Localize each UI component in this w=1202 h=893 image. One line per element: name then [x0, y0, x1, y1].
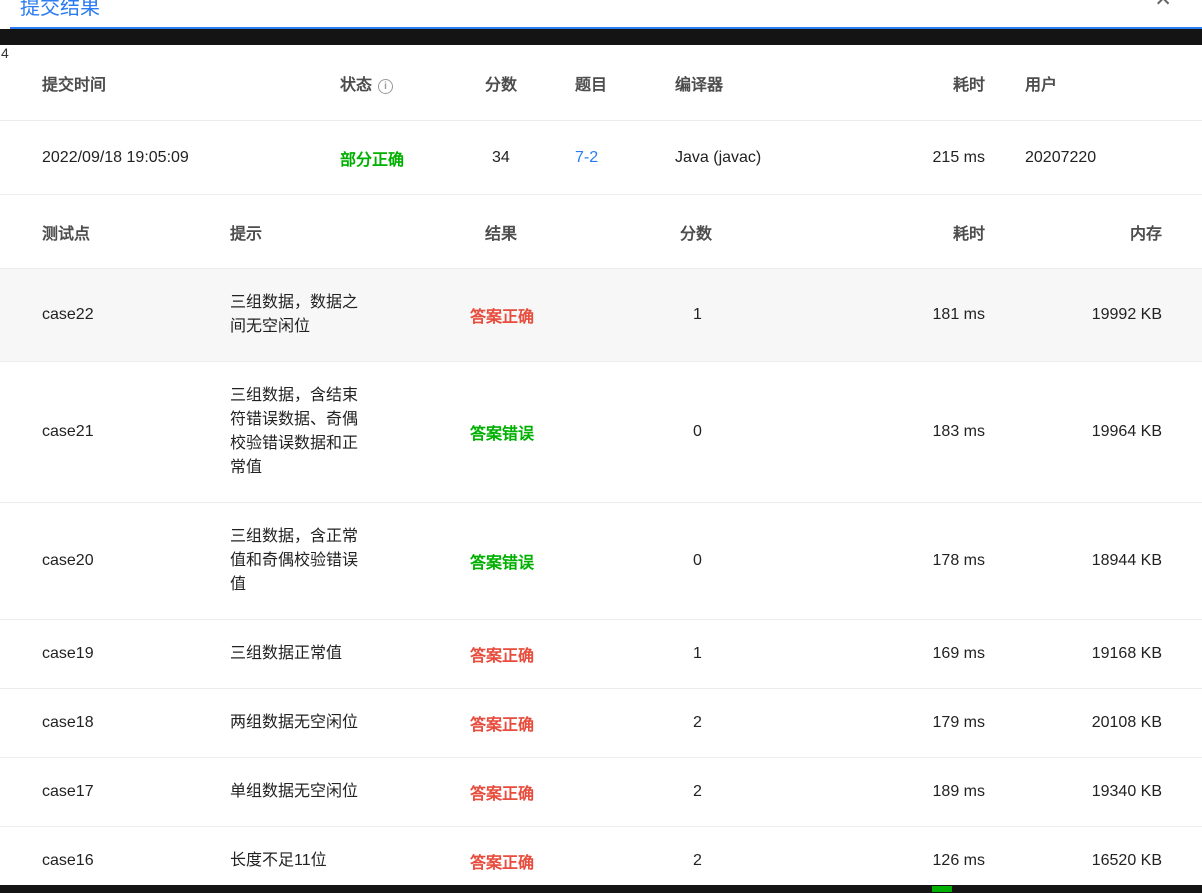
compiler-value: Java (javac) — [675, 148, 762, 166]
case-name: case16 — [42, 852, 94, 869]
case-memory: 19340 KB — [1091, 783, 1162, 800]
case-result: 答案正确 — [470, 855, 535, 872]
case-name: case18 — [42, 714, 94, 731]
modal-header: 提交结果 ✕ — [0, 0, 1202, 29]
case-memory: 19964 KB — [1091, 423, 1162, 440]
case-score: 1 — [693, 306, 702, 323]
test-case-row: case22 三组数据，数据之间无空闲位 答案正确 1 181 ms 19992… — [0, 269, 1202, 362]
summary-table-header: 提交时间 状态 i 分数 题目 编译器 耗时 用户 — [0, 45, 1202, 121]
case-name: case22 — [42, 306, 94, 323]
modal-body: 提交时间 状态 i 分数 题目 编译器 耗时 用户 2022/09/18 19:0… — [0, 45, 1202, 885]
case-hint: 长度不足11位 — [230, 852, 327, 869]
case-score: 0 — [693, 423, 702, 440]
case-memory: 19168 KB — [1091, 645, 1162, 662]
case-score: 1 — [693, 645, 702, 662]
header-status: 状态 i — [340, 71, 485, 95]
header-compiler: 编译器 — [675, 76, 724, 94]
header-status-label: 状态 — [340, 76, 373, 94]
header-result: 结果 — [485, 225, 518, 243]
case-hint: 三组数据，数据之间无空闲位 — [230, 294, 359, 335]
cases-table-header: 测试点 提示 结果 分数 耗时 内存 — [0, 195, 1202, 269]
test-case-row: case18 两组数据无空闲位 答案正确 2 179 ms 20108 KB — [0, 689, 1202, 758]
case-hint: 三组数据，含结束符错误数据、奇偶校验错误数据和正常值 — [230, 387, 359, 476]
case-time: 169 ms — [932, 645, 985, 662]
case-hint: 三组数据正常值 — [230, 645, 343, 662]
case-time: 179 ms — [932, 714, 985, 731]
test-case-row: case16 长度不足11位 答案正确 2 126 ms 16520 KB — [0, 827, 1202, 885]
header-score: 分数 — [485, 76, 518, 94]
case-result: 答案正确 — [470, 309, 535, 326]
clipped-line-number: 4 — [1, 45, 9, 61]
header-memory: 内存 — [1129, 225, 1162, 243]
case-name: case19 — [42, 645, 94, 662]
case-score: 2 — [693, 714, 702, 731]
modal-title: 提交结果 — [20, 0, 100, 19]
header-case-time: 耗时 — [952, 225, 985, 243]
case-memory: 18944 KB — [1091, 552, 1162, 569]
header-problem: 题目 — [575, 76, 608, 94]
cases-table-body: case22 三组数据，数据之间无空闲位 答案正确 1 181 ms 19992… — [0, 269, 1202, 885]
case-hint: 两组数据无空闲位 — [230, 714, 359, 731]
info-icon[interactable]: i — [378, 78, 394, 94]
case-name: case20 — [42, 552, 94, 569]
test-case-row: case20 三组数据，含正常值和奇偶校验错误值 答案错误 0 178 ms 1… — [0, 503, 1202, 620]
total-score: 34 — [492, 148, 510, 166]
submit-time: 2022/09/18 19:05:09 — [42, 148, 189, 166]
header-user: 用户 — [1025, 76, 1058, 94]
test-case-row: case17 单组数据无空闲位 答案正确 2 189 ms 19340 KB — [0, 758, 1202, 827]
case-time: 126 ms — [932, 852, 985, 869]
header-submit-time: 提交时间 — [42, 76, 107, 94]
case-score: 2 — [693, 852, 702, 869]
summary-row: 2022/09/18 19:05:09 部分正确 34 7-2 Java (ja… — [0, 121, 1202, 195]
test-case-row: case21 三组数据，含结束符错误数据、奇偶校验错误数据和正常值 答案错误 0… — [0, 362, 1202, 503]
header-time: 耗时 — [952, 76, 985, 94]
case-result: 答案正确 — [470, 648, 535, 665]
case-time: 178 ms — [932, 552, 985, 569]
case-memory: 16520 KB — [1091, 852, 1162, 869]
case-result: 答案错误 — [470, 426, 535, 443]
case-score: 0 — [693, 552, 702, 569]
user-id: 20207220 — [1025, 148, 1097, 166]
test-case-row: case19 三组数据正常值 答案正确 1 169 ms 19168 KB — [0, 620, 1202, 689]
total-time: 215 ms — [932, 148, 985, 166]
clipped-green-fragment — [932, 886, 952, 892]
case-result: 答案错误 — [470, 555, 535, 572]
case-result: 答案正确 — [470, 786, 535, 803]
case-hint: 单组数据无空闲位 — [230, 783, 359, 800]
case-result: 答案正确 — [470, 717, 535, 734]
title-active-underline — [10, 27, 1202, 29]
case-name: case21 — [42, 423, 94, 440]
case-time: 189 ms — [932, 783, 985, 800]
header-case-score: 分数 — [680, 225, 713, 243]
header-hint: 提示 — [230, 225, 263, 243]
page-background-strip-bottom — [0, 885, 1202, 893]
status-badge: 部分正确 — [340, 151, 405, 169]
case-memory: 19992 KB — [1091, 306, 1162, 323]
header-test-case: 测试点 — [42, 225, 91, 243]
case-name: case17 — [42, 783, 94, 800]
case-time: 183 ms — [932, 423, 985, 440]
case-memory: 20108 KB — [1091, 714, 1162, 731]
case-time: 181 ms — [932, 306, 985, 323]
case-hint: 三组数据，含正常值和奇偶校验错误值 — [230, 528, 359, 593]
problem-link[interactable]: 7-2 — [575, 149, 598, 166]
page-background-strip-top — [0, 29, 1202, 45]
close-icon[interactable]: ✕ — [1154, 0, 1172, 10]
case-score: 2 — [693, 783, 702, 800]
